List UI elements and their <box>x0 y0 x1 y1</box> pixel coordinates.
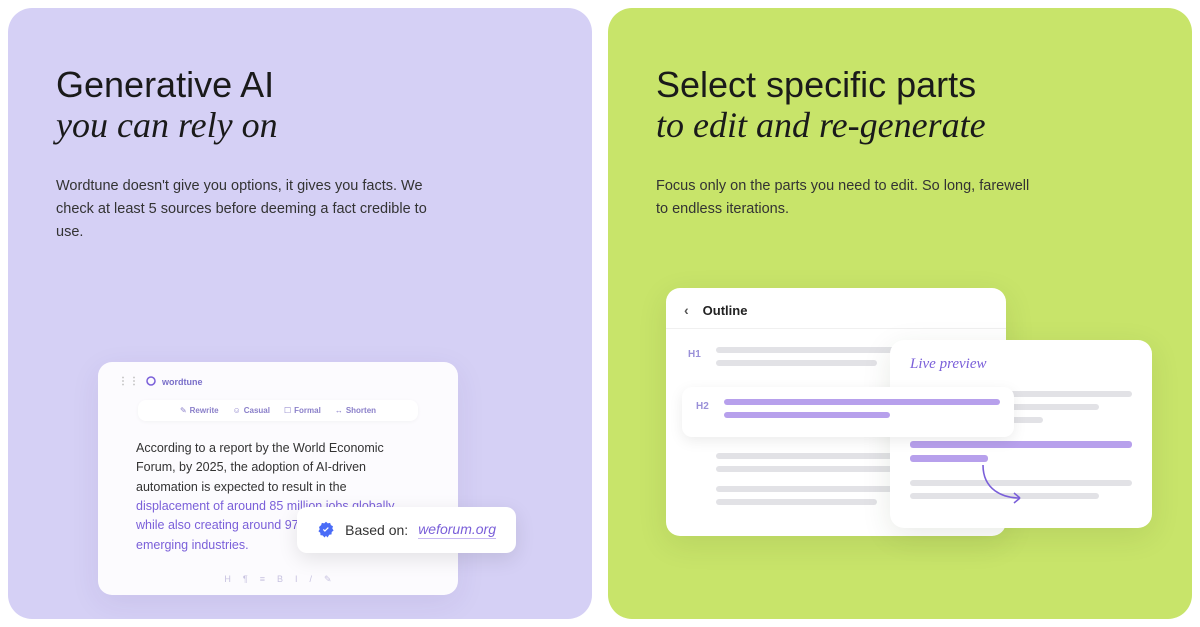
outline-title: Outline <box>703 303 748 318</box>
editor-bottom-toolbar: H ¶ ≡ B I / ✎ <box>98 574 458 585</box>
h2-tag: H2 <box>696 399 714 412</box>
placeholder-line <box>716 499 877 505</box>
tool-icon[interactable]: H <box>224 574 231 585</box>
source-link[interactable]: weforum.org <box>418 521 496 539</box>
description-generative-ai: Wordtune doesn't give you options, it gi… <box>56 175 436 245</box>
editor-card-mock: ⋮⋮ wordtune ✎ Rewrite ☺ Casual ☐ Formal … <box>98 362 458 595</box>
live-preview-title: Live preview <box>910 356 1132 373</box>
verified-icon <box>317 521 335 539</box>
placeholder-line <box>716 360 877 366</box>
tool-icon[interactable]: B <box>277 574 283 585</box>
toolbar-formal[interactable]: ☐ Formal <box>284 406 321 415</box>
editor-card-header: ⋮⋮ wordtune <box>118 376 438 388</box>
tool-icon[interactable]: ≡ <box>260 574 265 585</box>
tool-icon[interactable]: I <box>295 574 298 585</box>
arrow-icon <box>978 460 1028 510</box>
heading-bold: Generative AI <box>56 64 544 105</box>
toolbar-casual[interactable]: ☺ Casual <box>233 406 270 415</box>
outline-h2-block-selected[interactable]: H2 <box>682 387 1014 437</box>
outline-header: ‹ Outline <box>666 288 1006 329</box>
feature-panel-generative-ai: Generative AI you can rely on Wordtune d… <box>8 8 592 619</box>
brand-logo-icon <box>146 376 156 388</box>
toolbar-rewrite[interactable]: ✎ Rewrite <box>180 406 219 415</box>
heading-italic: to edit and re-generate <box>656 105 1144 146</box>
brand-name: wordtune <box>162 377 203 387</box>
h1-tag: H1 <box>688 347 706 360</box>
toolbar-shorten[interactable]: ↔ Shorten <box>335 406 376 415</box>
heading-italic: you can rely on <box>56 105 544 146</box>
heading-generative-ai: Generative AI you can rely on <box>56 64 544 147</box>
heading-bold: Select specific parts <box>656 64 1144 105</box>
tool-icon[interactable]: ✎ <box>324 574 332 585</box>
feature-panel-select-parts: Select specific parts to edit and re-gen… <box>608 8 1192 619</box>
placeholder-line <box>724 412 890 418</box>
description-select-parts: Focus only on the parts you need to edit… <box>656 175 1036 221</box>
heading-select-parts: Select specific parts to edit and re-gen… <box>656 64 1144 147</box>
editor-toolbar: ✎ Rewrite ☺ Casual ☐ Formal ↔ Shorten <box>138 400 418 421</box>
placeholder-line-accent <box>910 455 988 462</box>
source-label: Based on: <box>345 522 408 538</box>
drag-handle-icon: ⋮⋮ <box>118 376 140 387</box>
tool-icon[interactable]: / <box>310 574 313 585</box>
source-badge: Based on: weforum.org <box>297 507 516 553</box>
paragraph-plain: According to a report by the World Econo… <box>136 441 384 494</box>
tool-icon[interactable]: ¶ <box>243 574 248 585</box>
chevron-left-icon[interactable]: ‹ <box>684 302 689 318</box>
placeholder-line <box>724 399 1000 405</box>
placeholder-line-accent <box>910 441 1132 448</box>
